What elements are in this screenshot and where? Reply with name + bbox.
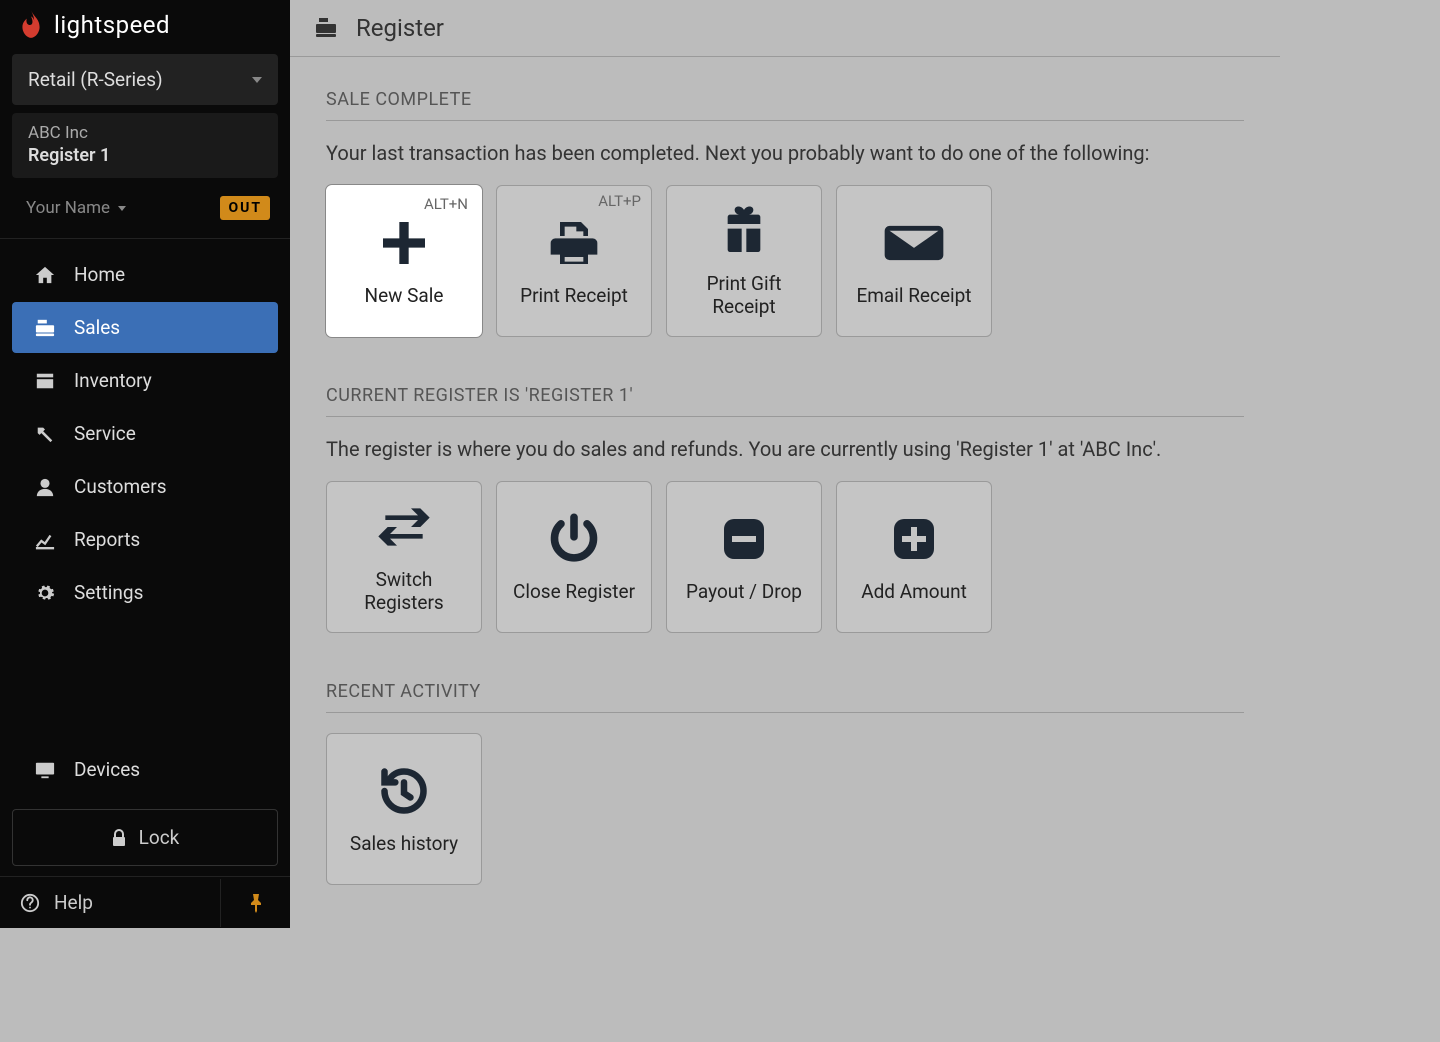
company-name: ABC Inc (28, 123, 262, 143)
plus-icon (376, 215, 432, 271)
nav-item-customers[interactable]: Customers (12, 461, 278, 512)
inventory-icon (34, 371, 56, 391)
pin-button[interactable] (220, 879, 290, 927)
nav-item-settings[interactable]: Settings (12, 567, 278, 618)
nav-label: Sales (74, 316, 120, 339)
card-label: Add Amount (853, 581, 975, 604)
card-label: Email Receipt (848, 285, 979, 308)
home-icon (34, 265, 56, 285)
main-nav: Home Sales Inventory Service (0, 239, 290, 620)
current-register-cards: Switch Registers Close Register Payout /… (326, 481, 1244, 633)
logo-row: lightspeed (0, 0, 290, 54)
nav-label: Customers (74, 475, 167, 498)
history-icon (378, 763, 430, 819)
card-label: Payout / Drop (678, 581, 810, 604)
section-desc-current-register: The register is where you do sales and r… (326, 437, 1244, 461)
nav-item-sales[interactable]: Sales (12, 302, 278, 353)
nav-label: Inventory (74, 369, 152, 392)
user-name: Your Name (26, 198, 110, 218)
register-icon (34, 318, 56, 338)
account-box[interactable]: ABC Inc Register 1 (12, 113, 278, 178)
card-label: Print Receipt (512, 285, 636, 308)
user-row: Your Name OUT (0, 186, 290, 238)
gift-icon (716, 203, 772, 259)
print-icon (546, 215, 602, 271)
sidebar: lightspeed Retail (R-Series) ABC Inc Reg… (0, 0, 290, 928)
card-label: Switch Registers (327, 569, 481, 615)
nav-item-reports[interactable]: Reports (12, 514, 278, 565)
lock-icon (111, 829, 127, 847)
flame-icon (18, 10, 44, 40)
section-heading-current-register: CURRENT REGISTER IS 'REGISTER 1' (326, 385, 1244, 417)
nav-item-devices[interactable]: Devices (12, 744, 278, 795)
envelope-icon (884, 215, 944, 271)
chart-icon (34, 530, 56, 550)
main-content: Register SALE COMPLETE Your last transac… (290, 0, 1280, 928)
card-label: Sales history (342, 833, 466, 856)
sale-complete-cards: ALT+N New Sale ALT+P Print Receipt (326, 185, 1244, 337)
section-heading-sale-complete: SALE COMPLETE (326, 89, 1244, 121)
nav-label: Devices (74, 758, 140, 781)
nav-item-inventory[interactable]: Inventory (12, 355, 278, 406)
product-selector-label: Retail (R-Series) (28, 68, 163, 91)
power-icon (548, 511, 600, 567)
nav-label: Settings (74, 581, 143, 604)
swap-icon (376, 499, 432, 555)
user-menu[interactable]: Your Name (26, 198, 126, 218)
nav-item-home[interactable]: Home (12, 249, 278, 300)
nav-label: Home (74, 263, 125, 286)
card-switch-registers[interactable]: Switch Registers (326, 481, 482, 633)
card-email-receipt[interactable]: Email Receipt (836, 185, 992, 337)
pin-icon (248, 893, 264, 913)
section-heading-recent-activity: RECENT ACTIVITY (326, 681, 1244, 713)
plus-square-icon (890, 511, 938, 567)
shortcut-label: ALT+N (424, 195, 468, 213)
card-label: Print Gift Receipt (667, 273, 821, 319)
card-new-sale[interactable]: ALT+N New Sale (326, 185, 482, 337)
chevron-down-icon (118, 206, 126, 211)
section-desc-sale-complete: Your last transaction has been completed… (326, 141, 1244, 165)
nav-label: Service (74, 422, 136, 445)
recent-activity-cards: Sales history (326, 733, 1244, 885)
page-title: Register (356, 14, 444, 42)
out-badge[interactable]: OUT (220, 196, 270, 220)
card-print-receipt[interactable]: ALT+P Print Receipt (496, 185, 652, 337)
product-selector[interactable]: Retail (R-Series) (12, 54, 278, 105)
brand-name: lightspeed (54, 11, 170, 39)
nav-item-service[interactable]: Service (12, 408, 278, 459)
card-print-gift-receipt[interactable]: Print Gift Receipt (666, 185, 822, 337)
card-close-register[interactable]: Close Register (496, 481, 652, 633)
gear-icon (34, 583, 56, 603)
card-sales-history[interactable]: Sales history (326, 733, 482, 885)
card-payout-drop[interactable]: Payout / Drop (666, 481, 822, 633)
register-name: Register 1 (28, 145, 262, 166)
card-label: Close Register (505, 581, 643, 604)
card-label: New Sale (357, 285, 452, 308)
nav-label: Reports (74, 528, 140, 551)
bottom-bar: Help (0, 876, 290, 928)
minus-square-icon (720, 511, 768, 567)
help-icon (20, 893, 40, 913)
user-icon (34, 477, 56, 497)
register-icon (314, 17, 338, 39)
help-button[interactable]: Help (0, 877, 220, 928)
shortcut-label: ALT+P (598, 192, 641, 210)
lock-button[interactable]: Lock (12, 809, 278, 866)
hammer-icon (34, 424, 56, 444)
card-add-amount[interactable]: Add Amount (836, 481, 992, 633)
topbar: Register (290, 0, 1280, 57)
help-label: Help (54, 891, 93, 914)
devices-icon (34, 760, 56, 780)
chevron-down-icon (252, 77, 262, 83)
lock-label: Lock (139, 826, 180, 849)
